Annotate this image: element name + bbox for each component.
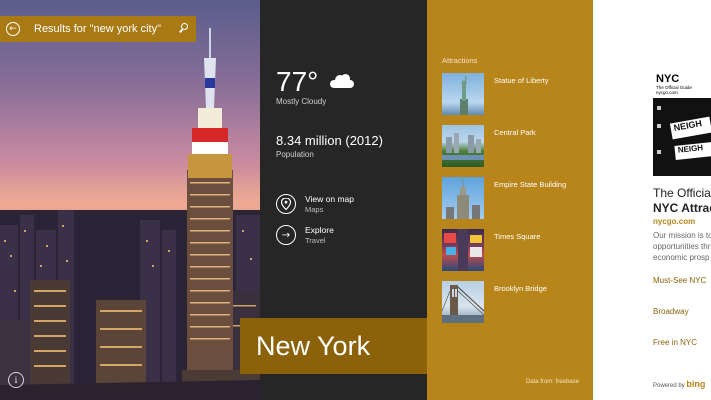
arrow-right-icon: →: [276, 225, 296, 245]
nyc-guide-image[interactable]: NYC The Official Guide nycgo.com NEIGH N…: [653, 72, 711, 176]
search-icon[interactable]: [174, 16, 196, 42]
web-result-description: Our mission is to opportunities thr econ…: [653, 230, 711, 263]
attraction-name: Brooklyn Bridge: [494, 284, 547, 293]
link-must-see-nyc[interactable]: Must-See NYC: [653, 276, 706, 285]
neighborhood-sign: NEIGH: [669, 116, 711, 140]
attraction-item[interactable]: Times Square: [442, 229, 587, 271]
population-label: Population: [276, 150, 314, 159]
explore-button[interactable]: → Explore Travel: [276, 225, 334, 245]
neighborhood-sign-2: NEIGH: [674, 142, 711, 160]
web-result-title-line1[interactable]: The Official N: [653, 186, 711, 200]
view-on-map-label: View on map: [305, 194, 354, 204]
weather-condition: Mostly Cloudy: [276, 97, 327, 106]
nyc-card-url: nycgo.com: [656, 90, 678, 95]
attraction-name: Statue of Liberty: [494, 76, 549, 85]
attractions-heading: Attractions: [442, 56, 478, 65]
data-source-credit: Data from: freebase: [525, 379, 579, 385]
attraction-name: Empire State Building: [494, 180, 567, 189]
powered-by-bing: Powered by bing: [653, 379, 705, 389]
nyc-logo: NYC: [656, 73, 680, 85]
desc-line: opportunities thr: [653, 242, 711, 251]
hero-photo: ← Results for "new york city" i: [0, 0, 260, 400]
brooklyn-bridge-thumbnail: [442, 281, 484, 323]
attraction-item[interactable]: Empire State Building: [442, 177, 587, 219]
desc-line: economic prosp: [653, 253, 710, 262]
attraction-item[interactable]: Brooklyn Bridge: [442, 281, 587, 323]
attractions-panel: Attractions Statue of Liberty Central Pa…: [427, 0, 593, 400]
central-park-thumbnail: [442, 125, 484, 167]
arrow-left-icon: ←: [6, 22, 20, 36]
map-pin-icon: [276, 194, 296, 214]
temperature: 77°: [276, 66, 319, 97]
attraction-item[interactable]: Central Park: [442, 125, 587, 167]
attraction-name: Times Square: [494, 232, 541, 241]
cloud-icon: [330, 74, 354, 88]
explore-label: Explore: [305, 225, 334, 235]
times-square-thumbnail: [442, 229, 484, 271]
empire-state-building-thumbnail: [442, 177, 484, 219]
web-result-title-line2[interactable]: NYC Attracti: [653, 201, 711, 215]
population-value: 8.34 million (2012): [276, 133, 383, 148]
city-title: New York: [256, 330, 371, 361]
explore-sublabel: Travel: [305, 236, 326, 245]
statue-of-liberty-thumbnail: [442, 73, 484, 115]
view-on-map-sublabel: Maps: [305, 205, 324, 214]
web-results-panel: NYC The Official Guide nycgo.com NEIGH N…: [593, 0, 711, 400]
link-free-in-nyc[interactable]: Free in NYC: [653, 338, 697, 347]
powered-by-label: Powered by: [653, 383, 685, 389]
city-skyline-image: [0, 170, 260, 400]
attraction-item[interactable]: Statue of Liberty: [442, 73, 587, 115]
bing-logo: bing: [686, 379, 706, 389]
search-results-bar: ← Results for "new york city": [0, 16, 196, 42]
link-broadway[interactable]: Broadway: [653, 307, 689, 316]
back-button[interactable]: ←: [0, 16, 26, 42]
search-query-label[interactable]: Results for "new york city": [26, 23, 174, 35]
attraction-name: Central Park: [494, 128, 536, 137]
info-icon[interactable]: i: [8, 372, 24, 388]
empire-state-spire: [188, 28, 232, 178]
view-on-map-button[interactable]: View on map Maps: [276, 194, 354, 214]
city-title-banner: New York: [240, 318, 427, 374]
web-result-url[interactable]: nycgo.com: [653, 217, 695, 226]
nyc-card-header: NYC The Official Guide nycgo.com: [653, 72, 711, 98]
desc-line: Our mission is to: [653, 231, 711, 240]
